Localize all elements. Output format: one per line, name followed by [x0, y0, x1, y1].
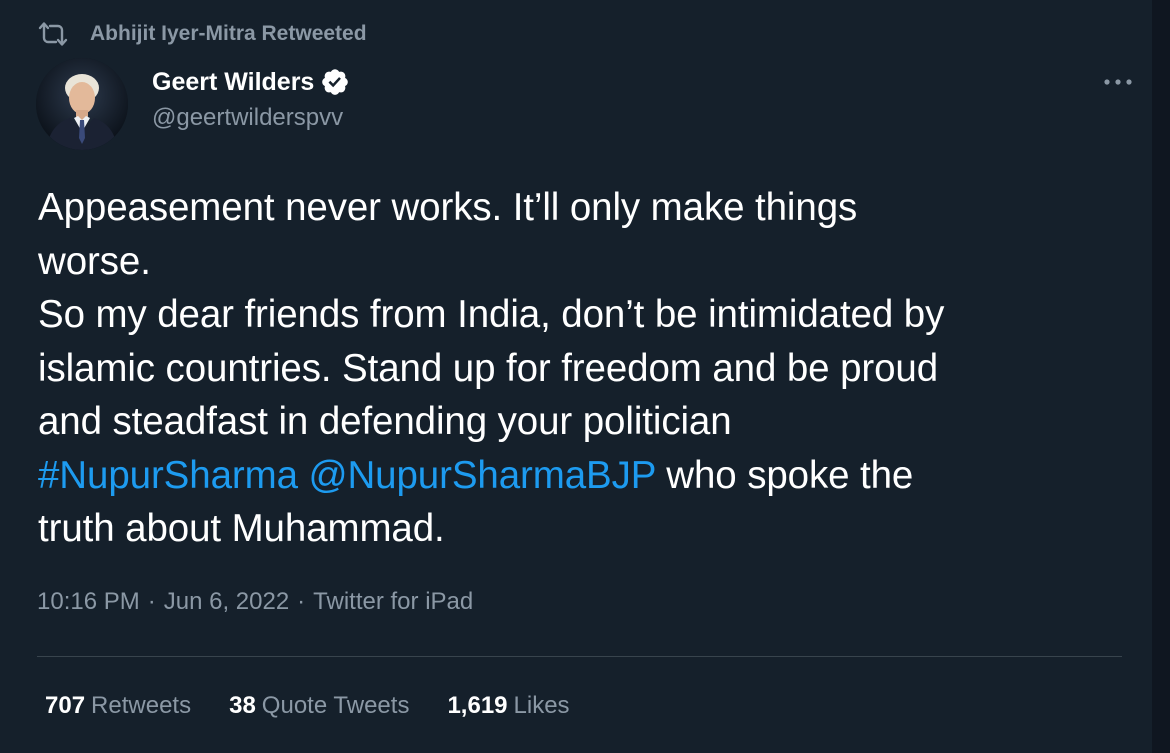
tweet-date[interactable]: Jun 6, 2022 [164, 588, 289, 616]
more-options-icon[interactable] [1100, 68, 1136, 96]
tweet-line: worse. [38, 239, 151, 283]
tweet-time[interactable]: 10:16 PM [37, 588, 140, 616]
quote-tweets-count: 38 [229, 692, 256, 719]
likes-label: Likes [513, 692, 570, 719]
tweet-line-text: who spoke the [655, 453, 914, 497]
retweet-context[interactable]: Abhijit Iyer-Mitra Retweeted [36, 20, 367, 48]
meta-separator: · [297, 588, 306, 615]
tweet-text: Appeasement never works. It’ll only make… [38, 181, 1128, 556]
mention-link[interactable]: @NupurSharmaBJP [309, 454, 656, 497]
retweet-icon [36, 20, 70, 48]
tweet-stats: 707 Retweets 38 Quote Tweets 1,619 Likes [45, 692, 608, 720]
verified-badge-icon [320, 67, 350, 97]
meta-separator: · [147, 588, 156, 615]
likes-stat[interactable]: 1,619 Likes [447, 692, 569, 720]
tweet-line: Appeasement never works. It’ll only make… [38, 186, 858, 229]
quote-tweets-label: Quote Tweets [261, 692, 410, 719]
tweet-line: and steadfast in defending your politici… [38, 400, 732, 443]
tweet-line: truth about Muhammad. [38, 507, 445, 550]
quote-tweets-stat[interactable]: 38 Quote Tweets [229, 692, 409, 720]
tweet-card: Abhijit Iyer-Mitra Retweeted Geert Wilde… [0, 0, 1170, 753]
retweets-stat[interactable]: 707 Retweets [45, 692, 191, 720]
tweet-line: So my dear friends from India, don’t be … [38, 293, 945, 336]
retweets-label: Retweets [91, 692, 192, 719]
tweet-meta: 10:16 PM · Jun 6, 2022 · Twitter for iPa… [37, 588, 473, 616]
avatar[interactable] [36, 58, 128, 150]
author-display-name[interactable]: Geert Wilders [152, 68, 314, 97]
window-edge [1152, 0, 1170, 753]
tweet-source[interactable]: Twitter for iPad [313, 588, 473, 616]
tweet-line: #NupurSharma @NupurSharmaBJP who spoke t… [38, 449, 1128, 503]
author-handle[interactable]: @geertwilderspvv [152, 104, 350, 132]
hashtag-link[interactable]: #NupurSharma [38, 454, 298, 497]
retweets-count: 707 [45, 692, 86, 719]
likes-count: 1,619 [447, 692, 508, 719]
tweet-line: islamic countries. Stand up for freedom … [38, 346, 939, 390]
retweet-context-text: Abhijit Iyer-Mitra Retweeted [90, 22, 367, 45]
divider [37, 656, 1122, 657]
author-block: Geert Wilders @geertwilderspvv [152, 64, 350, 132]
